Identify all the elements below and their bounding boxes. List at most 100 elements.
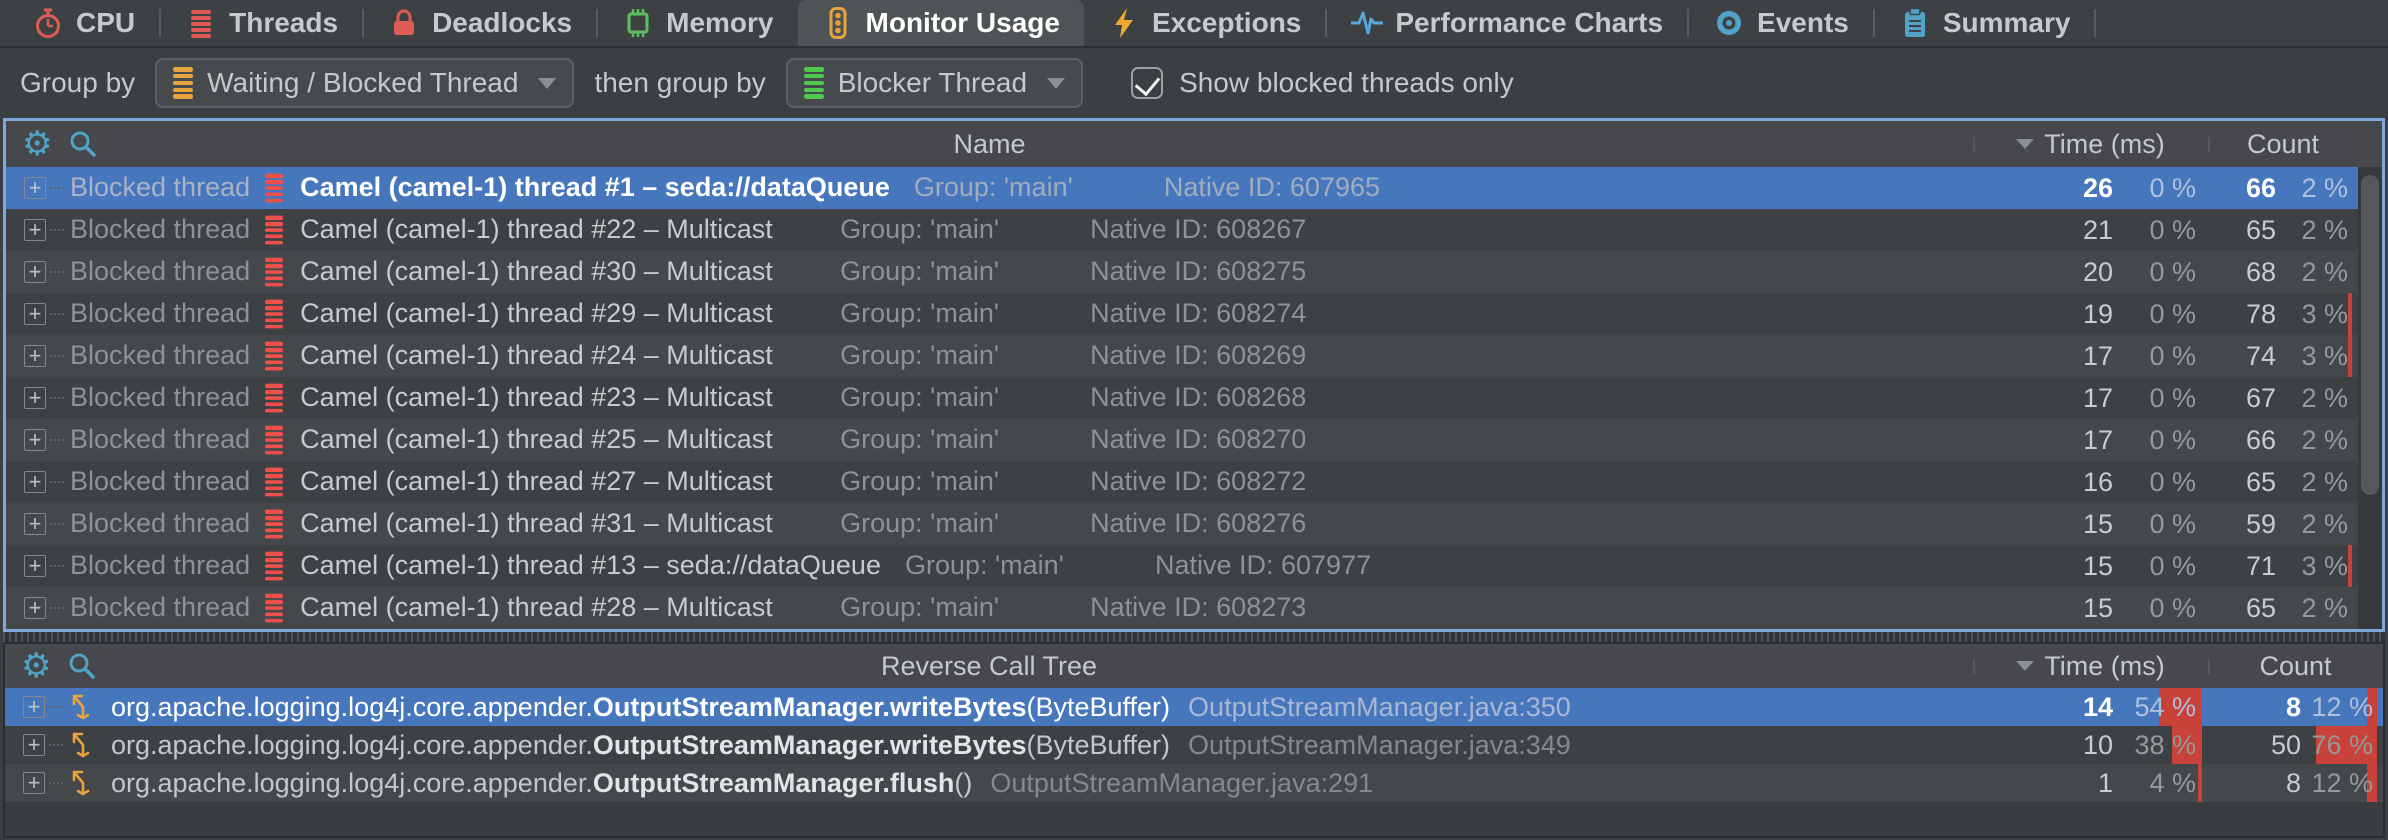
expand-icon[interactable]: +: [24, 513, 46, 535]
checkbox-box[interactable]: [1131, 67, 1163, 99]
tab-performance-charts[interactable]: Performance Charts: [1327, 0, 1687, 46]
blocked-thread-label: Blocked thread: [70, 550, 250, 581]
thread-group: Group: 'main': [840, 382, 1090, 413]
tab-cpu[interactable]: CPU: [8, 0, 159, 46]
tab-deadlocks[interactable]: Deadlocks: [364, 0, 596, 46]
expand-icon[interactable]: +: [24, 387, 46, 409]
column-header-count[interactable]: Count: [2208, 651, 2383, 682]
reverse-call-tree-panel: ⚙ Reverse Call Tree Time (ms) Count + or…: [3, 642, 2385, 838]
tab-monitor-usage[interactable]: Monitor Usage: [798, 0, 1084, 46]
method-name-cell: + org.apache.logging.log4j.core.appender…: [5, 692, 1973, 723]
source-location: OutputStreamManager.java:291: [990, 768, 1373, 799]
time-cell: 1454 %: [1973, 688, 2208, 726]
table-row[interactable]: +Blocked threadCamel (camel-1) thread #2…: [6, 293, 2382, 335]
calltree-table-header: ⚙ Reverse Call Tree Time (ms) Count: [5, 644, 2383, 688]
expand-icon[interactable]: +: [24, 597, 46, 619]
tab-threads[interactable]: Threads: [161, 0, 362, 46]
search-icon[interactable]: [68, 129, 98, 159]
cell-value: 10: [1973, 730, 2113, 761]
expand-icon[interactable]: +: [24, 555, 46, 577]
table-row[interactable]: +Blocked threadCamel (camel-1) thread #2…: [6, 419, 2382, 461]
table-row[interactable]: +Blocked threadCamel (camel-1) thread #2…: [6, 335, 2382, 377]
tree-connector: [50, 439, 64, 441]
expand-icon[interactable]: +: [23, 734, 45, 756]
search-icon[interactable]: [67, 651, 97, 681]
vertical-scrollbar[interactable]: [2358, 167, 2382, 629]
tab-summary[interactable]: Summary: [1875, 0, 2095, 46]
method-package: org.apache.logging.log4j.core.appender.: [111, 730, 593, 761]
thread-name: Camel (camel-1) thread #1 – seda://dataQ…: [300, 172, 914, 203]
expand-icon[interactable]: +: [24, 261, 46, 283]
table-row[interactable]: + org.apache.logging.log4j.core.appender…: [5, 688, 2383, 726]
thread-name-cell: +Blocked threadCamel (camel-1) thread #1…: [6, 548, 1973, 584]
table-row[interactable]: +Blocked threadCamel (camel-1) thread #3…: [6, 251, 2382, 293]
show-blocked-threads-only-checkbox[interactable]: Show blocked threads only: [1131, 67, 1514, 99]
table-row[interactable]: +Blocked threadCamel (camel-1) thread #1…: [6, 545, 2382, 587]
table-row[interactable]: +Blocked threadCamel (camel-1) thread #2…: [6, 377, 2382, 419]
expand-icon[interactable]: +: [24, 177, 46, 199]
panel-splitter[interactable]: [3, 632, 2385, 642]
table-row[interactable]: +Blocked threadCamel (camel-1) thread #2…: [6, 461, 2382, 503]
blocked-thread-label: Blocked thread: [70, 466, 250, 497]
method-args: (): [954, 768, 972, 799]
expand-icon[interactable]: +: [23, 772, 45, 794]
table-row[interactable]: +Blocked threadCamel (camel-1) thread #2…: [6, 209, 2382, 251]
tree-connector: [50, 313, 64, 315]
cell-percent: 3 %: [2276, 293, 2358, 335]
lock-icon: [388, 7, 420, 39]
thread-native-id: Native ID: 608272: [1090, 466, 1306, 497]
tab-events[interactable]: Events: [1689, 0, 1873, 46]
column-header-count[interactable]: Count: [2208, 129, 2358, 160]
traced-method-icon: [69, 730, 97, 760]
thread-native-id: Native ID: 608274: [1090, 298, 1306, 329]
expand-icon[interactable]: +: [24, 345, 46, 367]
count-cell: 592 %: [2208, 503, 2358, 545]
thread-icon: [265, 172, 283, 205]
cell-percent: 0 %: [2113, 419, 2208, 461]
group-by-select[interactable]: Waiting / Blocked Thread: [155, 58, 574, 108]
scrollbar-thumb[interactable]: [2361, 175, 2379, 495]
view-tab-bar: CPU Threads Deadlocks Memory: [0, 0, 2388, 48]
column-header-time[interactable]: Time (ms): [1973, 651, 2208, 682]
cell-value: 17: [1973, 383, 2113, 414]
clipboard-icon: [1899, 7, 1931, 39]
blocker-thread-icon: [804, 65, 824, 101]
method-args: (ByteBuffer): [1026, 692, 1170, 723]
column-header-time[interactable]: Time (ms): [1973, 129, 2208, 160]
tab-separator: [2094, 9, 2096, 37]
column-header-reverse-call-tree[interactable]: Reverse Call Tree: [5, 651, 1973, 682]
cell-value: 67: [2208, 383, 2276, 414]
tab-memory[interactable]: Memory: [598, 0, 797, 46]
expand-icon[interactable]: +: [24, 471, 46, 493]
count-cell: 652 %: [2208, 209, 2358, 251]
count-cell: 682 %: [2208, 251, 2358, 293]
expand-icon[interactable]: +: [24, 303, 46, 325]
cell-percent: 0 %: [2113, 167, 2208, 209]
tab-label: Events: [1757, 7, 1849, 39]
then-group-by-select[interactable]: Blocker Thread: [786, 58, 1083, 108]
table-row[interactable]: +Blocked threadCamel (camel-1) thread #2…: [6, 587, 2382, 629]
table-row[interactable]: + Blocked thread Camel (camel-1) thread #3…: [6, 503, 2382, 545]
cell-value: 21: [1973, 215, 2113, 246]
table-row[interactable]: + org.apache.logging.log4j.core.appender…: [5, 764, 2383, 802]
percent-bar: [2348, 335, 2352, 377]
tab-exceptions[interactable]: Exceptions: [1084, 0, 1325, 46]
tree-connector: [49, 706, 63, 708]
expand-icon[interactable]: +: [24, 429, 46, 451]
expand-icon[interactable]: +: [24, 219, 46, 241]
threads-table-body: + Blocked thread Camel (camel-1) thread #1…: [6, 167, 2382, 629]
tab-label: Performance Charts: [1395, 7, 1663, 39]
column-header-name[interactable]: Name: [6, 129, 1973, 160]
view-settings-gear-icon[interactable]: ⚙: [21, 649, 51, 683]
thread-name: Camel (camel-1) thread #31 – Multicast: [300, 508, 840, 539]
expand-icon[interactable]: +: [23, 696, 45, 718]
cell-value: 19: [1973, 299, 2113, 330]
grouping-toolbar: Group by Waiting / Blocked Thread then g…: [0, 48, 2388, 118]
table-row[interactable]: +Blocked threadCamel (camel-1) thread #1…: [6, 167, 2382, 209]
eye-icon: [1713, 7, 1745, 39]
count-cell: 783 %: [2208, 293, 2358, 335]
table-row[interactable]: + org.apache.logging.log4j.core.appender…: [5, 726, 2383, 764]
traffic-light-icon: [822, 7, 854, 39]
view-settings-gear-icon[interactable]: ⚙: [22, 127, 52, 161]
blocked-thread-label: Blocked thread: [70, 508, 250, 539]
